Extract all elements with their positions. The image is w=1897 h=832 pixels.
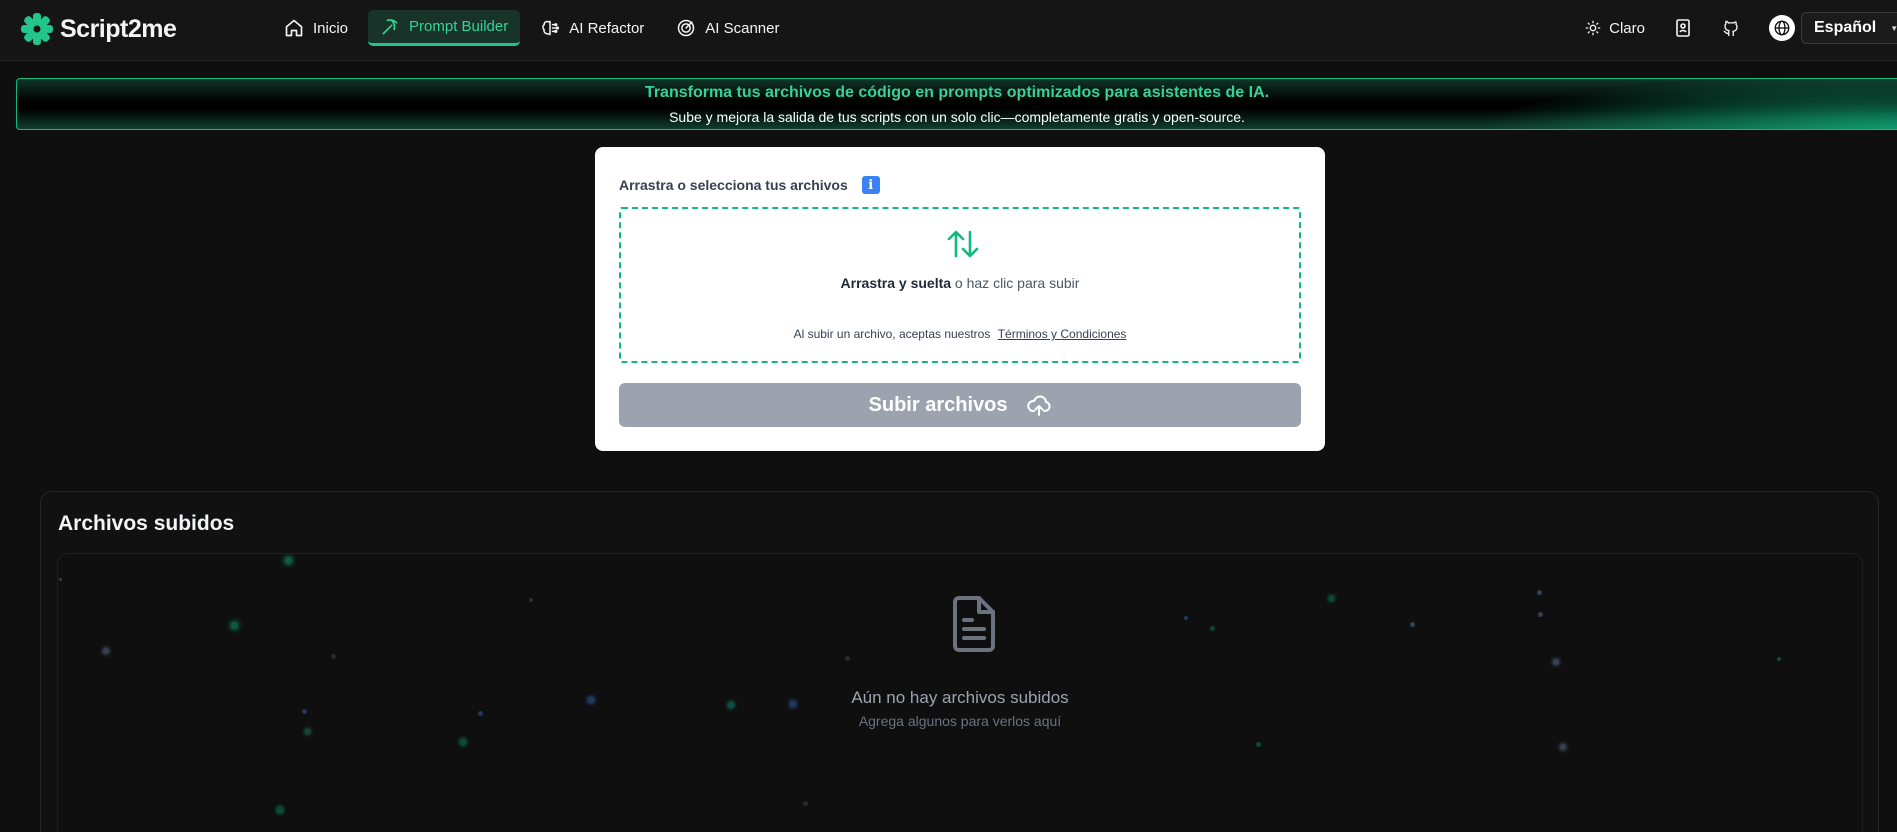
particle-dot [103, 648, 109, 654]
main-nav: Inicio Prompt Builder AI Refactor AI Sca… [272, 10, 792, 46]
dropzone-bold-text: Arrastra y suelta [840, 275, 952, 291]
particle-dot [529, 598, 533, 602]
github-icon [1723, 20, 1738, 37]
nav-inicio[interactable]: Inicio [272, 10, 360, 46]
dropzone-instructions: Arrastra y suelta o haz clic para subir [621, 275, 1299, 291]
empty-state-title: Aún no hay archivos subidos [851, 688, 1069, 707]
banner-subtitle: Sube y mejora la salida de tus scripts c… [669, 109, 1245, 125]
particle-dot [1538, 612, 1543, 617]
nav-ai-refactor-label: AI Refactor [569, 19, 645, 37]
language-select-value: Español [1814, 19, 1877, 36]
upload-files-button[interactable]: Subir archivos [619, 383, 1301, 427]
particle-dot [1210, 626, 1215, 631]
particle-dot [460, 739, 466, 745]
nav-ai-scanner[interactable]: AI Scanner [664, 10, 791, 46]
brand-logo[interactable]: Script2me [20, 12, 177, 46]
chevron-down-icon: ▼ [1890, 23, 1897, 33]
radar-icon [678, 19, 695, 37]
language-select[interactable]: Español ▼ [1801, 12, 1897, 44]
sun-icon [1585, 20, 1601, 36]
particle-dot [1560, 744, 1566, 750]
pickaxe-icon [382, 18, 398, 35]
uploaded-files-panel: Archivos subidos Aún no hay archivos sub… [40, 491, 1879, 832]
particle-dot [285, 557, 292, 564]
info-icon[interactable]: i [861, 176, 880, 194]
particle-dot [59, 578, 62, 581]
terms-link[interactable]: Términos y Condiciones [998, 327, 1127, 341]
cloud-upload-icon [1027, 395, 1051, 416]
particle-dot [1184, 616, 1188, 620]
particle-dot [231, 622, 238, 629]
nav-ai-scanner-label: AI Scanner [705, 19, 780, 37]
puzzle-logo-icon [21, 13, 53, 45]
banner-title: Transforma tus archivos de código en pro… [644, 84, 1270, 101]
contact-book-icon [1676, 19, 1690, 37]
particle-dot [1256, 742, 1261, 747]
hero-banner: Transforma tus archivos de código en pro… [16, 78, 1897, 130]
document-icon [953, 596, 995, 652]
particle-dot [1410, 622, 1415, 627]
theme-toggle[interactable]: Claro [1585, 20, 1645, 37]
nav-inicio-label: Inicio [313, 19, 349, 37]
upload-label-text: Arrastra o selecciona tus archivos [619, 177, 848, 193]
upload-card: Arrastra o selecciona tus archivos i Arr… [595, 147, 1325, 451]
particle-dot [803, 801, 808, 806]
github-button[interactable] [1721, 18, 1741, 38]
contact-button[interactable] [1673, 18, 1693, 38]
particle-dot [845, 656, 850, 661]
nav-prompt-builder[interactable]: Prompt Builder [368, 10, 521, 46]
swap-arrows-icon [947, 230, 979, 258]
dropzone-rest-text: o haz clic para subir [951, 275, 1080, 291]
globe-icon [1769, 15, 1795, 41]
top-navbar: Script2me Inicio Prompt Builder AI Refac… [0, 0, 1897, 61]
particle-dot [1329, 596, 1334, 601]
particle-dot [1537, 590, 1542, 595]
particle-dot [1553, 659, 1559, 665]
file-dropzone[interactable]: Arrastra y suelta o haz clic para subir … [619, 207, 1301, 363]
brain-icon [542, 20, 560, 36]
uploaded-files-list: Aún no hay archivos subidos Agrega algun… [57, 553, 1863, 832]
particle-dot [331, 654, 336, 659]
particle-dot [277, 807, 283, 813]
upload-label: Arrastra o selecciona tus archivos i [619, 176, 880, 194]
terms-notice: Al subir un archivo, aceptas nuestros Té… [621, 327, 1299, 341]
brand-name: Script2me [60, 14, 177, 43]
empty-state-subtitle: Agrega algunos para verlos aquí [858, 713, 1062, 729]
theme-toggle-label: Claro [1609, 19, 1645, 37]
home-icon [285, 19, 303, 37]
particle-dot [305, 729, 310, 734]
terms-prefix: Al subir un archivo, aceptas nuestros [793, 327, 991, 341]
nav-prompt-builder-label: Prompt Builder [409, 18, 509, 35]
particle-dot [1777, 657, 1781, 661]
header-actions: Claro Español ▼ [1585, 12, 1897, 44]
uploaded-files-title: Archivos subidos [58, 512, 235, 535]
nav-ai-refactor[interactable]: AI Refactor [528, 10, 656, 46]
upload-files-button-label: Subir archivos [868, 393, 1008, 416]
